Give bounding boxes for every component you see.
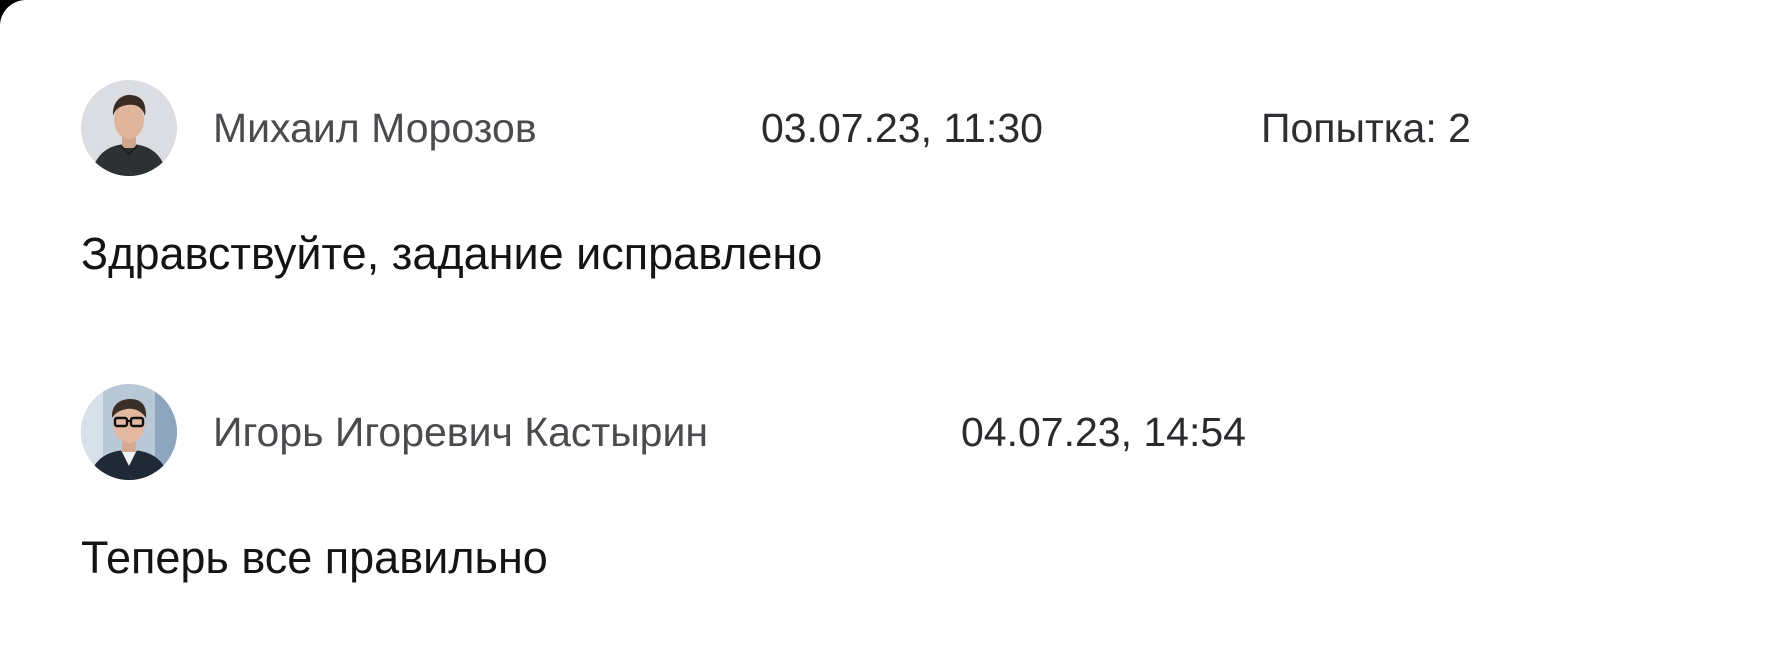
comment-date: 04.07.23, 14:54 <box>961 409 1246 455</box>
comment-date: 03.07.23, 11:30 <box>761 105 1043 151</box>
comments-panel: Михаил Морозов 03.07.23, 11:30 Попытка: … <box>0 0 1776 672</box>
attempt-counter: Попытка: 2 <box>1261 105 1471 151</box>
comment-text: Здравствуйте, задание исправлено <box>81 228 823 279</box>
avatar[interactable] <box>81 80 177 176</box>
comment-author[interactable]: Игорь Игоревич Кастырин <box>213 408 708 456</box>
comment-author[interactable]: Михаил Морозов <box>213 104 537 152</box>
avatar[interactable] <box>81 384 177 480</box>
comment-text: Теперь все правильно <box>81 532 548 583</box>
